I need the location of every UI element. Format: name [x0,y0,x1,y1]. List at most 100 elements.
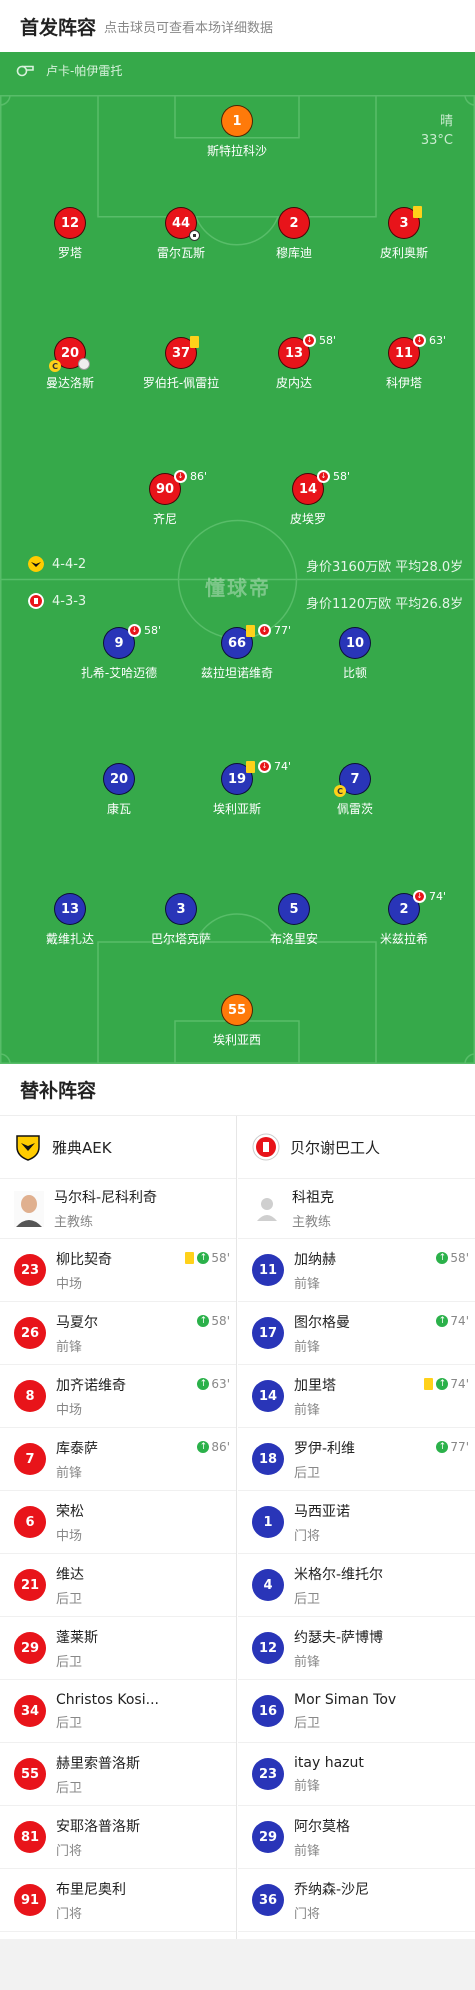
sub-player-row[interactable]: 34 Christos Kosi... 后卫 [0,1680,236,1743]
sub-off-icon: ↓ [128,624,141,637]
home-player[interactable]: 20 曼达洛斯 [10,337,130,391]
away-team-row[interactable]: 贝尔谢巴工人 [238,1116,475,1179]
home-team-row[interactable]: 雅典AEK [0,1116,236,1179]
player-position: 中场 [56,1276,83,1292]
sub-off-marker: ↓ 86' [174,470,207,483]
player-name: Mor Siman Tov [294,1691,397,1708]
sub-player-row[interactable]: 91 布里尼奥利 门将 [0,1869,236,1932]
sub-player-row[interactable]: 18 罗伊-利维 后卫 ↑ 77' [238,1428,475,1491]
player-position: 前锋 [56,1339,83,1355]
captain-icon: C [334,785,346,797]
home-coach-row[interactable]: 马尔科-尼科利奇 主教练 [0,1179,236,1239]
away-player[interactable]: 5 布洛里安 [234,893,354,947]
player-name: 扎希-艾哈迈德 [80,666,158,680]
player-number: 55 [221,994,253,1026]
away-player[interactable]: 7 佩雷茨 [295,763,415,817]
player-number: 20 [103,763,135,795]
player-number: 11 [252,1254,284,1286]
sub-event: ↑ 77' [436,1440,469,1454]
sub-player-row[interactable]: 26 马夏尔 前锋 ↑ 58' [0,1302,236,1365]
sub-off-icon: ↓ [174,470,187,483]
sub-player-row[interactable]: 29 蓬莱斯 后卫 [0,1617,236,1680]
away-player[interactable]: 3 巴尔塔克萨 [121,893,241,947]
player-name: 比顿 [342,666,367,680]
away-coach-row[interactable]: 科祖克 主教练 [238,1179,475,1239]
player-name: 斯特拉科沙 [206,144,267,158]
sub-event: ↑ 74' [424,1377,469,1391]
away-player[interactable]: 55 埃利亚西 [177,994,297,1048]
player-position: 门将 [56,1843,83,1859]
player-number: 23 [14,1254,46,1286]
player-name: 安耶洛普洛斯 [56,1818,140,1835]
sub-player-row[interactable]: 55 赫里索普洛斯 后卫 [0,1743,236,1806]
player-name: 戴维扎达 [45,932,94,946]
sub-player-row[interactable]: 23 柳比契奇 中场 ↑ 58' [0,1239,236,1302]
home-subs-column: 雅典AEK 马尔科-尼科利奇 主教练 23 柳比契奇 中场 ↑ 58' 26 马夏尔 前锋 ↑ 5… [0,1116,237,1939]
sub-off-marker: ↓ 74' [413,890,446,903]
player-name: 图尔格曼 [294,1314,350,1331]
player-name: 罗伊-利维 [294,1440,356,1457]
home-player[interactable]: 12 罗塔 [10,207,130,261]
away-player[interactable]: 20 康瓦 [59,763,179,817]
sub-off-icon: ↓ [258,760,271,773]
sub-off-icon: ↓ [413,334,426,347]
sub-off-marker: ↓ 58' [317,470,350,483]
beersheva-crest-icon [28,593,44,609]
sub-player-row[interactable]: 8 加齐诺维奇 中场 ↑ 63' [0,1365,236,1428]
sub-player-row[interactable]: 1 马西亚诺 门将 [238,1491,475,1554]
player-number: 3 [165,893,197,925]
player-position: 门将 [294,1528,321,1544]
home-player[interactable]: 1 斯特拉科沙 [177,105,297,159]
sub-on-minute: 58' [450,1251,469,1265]
sub-off-minute: 58' [319,334,337,347]
player-name: 布里尼奥利 [56,1881,126,1898]
sub-on-minute: 58' [211,1314,230,1328]
player-position: 中场 [56,1402,83,1418]
sub-player-row[interactable]: 81 安耶洛普洛斯 门将 [0,1806,236,1869]
assist-icon [78,358,90,370]
sub-player-row[interactable]: 16 Mor Siman Tov 后卫 [238,1680,475,1743]
sub-event: ↑ 63' [197,1377,230,1391]
home-player[interactable]: 2 穆库迪 [234,207,354,261]
coach-photo [14,1190,44,1227]
sub-player-row[interactable]: 4 米格尔-维托尔 后卫 [238,1554,475,1617]
yellow-card-icon [246,760,255,773]
sub-on-icon: ↑ [197,1315,210,1327]
home-player[interactable]: 37 罗伯托-佩雷拉 [121,337,241,391]
away-player[interactable]: 10 比顿 [295,627,415,681]
sub-player-row[interactable]: 6 荣松 中场 [0,1491,236,1554]
player-position: 后卫 [294,1715,321,1731]
sub-player-row[interactable]: 23 itay hazut 前锋 [238,1743,475,1806]
player-name: 巴尔塔克萨 [150,932,211,946]
home-player[interactable]: 3 皮利奥斯 [344,207,464,261]
lineup-subtitle: 点击球员可查看本场详细数据 [104,20,274,36]
sub-player-row[interactable]: 29 阿尔莫格 前锋 [238,1806,475,1869]
sub-player-row[interactable]: 14 加里塔 前锋 ↑ 74' [238,1365,475,1428]
home-player[interactable]: 44 雷尔瓦斯 [121,207,241,261]
away-player[interactable]: 13 戴维扎达 [10,893,130,947]
beersheva-crest-icon [252,1133,280,1161]
player-name: 马西亚诺 [294,1503,350,1520]
sub-player-row[interactable]: 11 加纳赫 前锋 ↑ 58' [238,1239,475,1302]
sub-off-minute: 77' [274,624,292,637]
sub-player-row[interactable]: 21 维达 后卫 [0,1554,236,1617]
sub-player-row[interactable]: 36 乔纳森-沙尼 门将 [238,1869,475,1932]
yellow-card-icon [424,1378,434,1390]
sub-on-minute: 63' [211,1377,230,1391]
away-market-value: 身价1120万欧 平均26.8岁 [306,597,464,612]
player-name: itay hazut [294,1754,364,1771]
lineup-header: 首发阵容 点击球员可查看本场详细数据 [0,0,475,52]
sub-player-row[interactable]: 7 库泰萨 前锋 ↑ 86' [0,1428,236,1491]
sub-off-minute: 86' [190,470,208,483]
sub-player-row[interactable]: 12 约瑟夫-萨博博 前锋 [238,1617,475,1680]
sub-player-row[interactable]: 17 图尔格曼 前锋 ↑ 74' [238,1302,475,1365]
pitch: 卢卡-帕伊雷托 晴 33°C 1 斯特拉科沙 12 罗塔 44 雷尔瓦斯 2 穆… [0,52,475,1064]
player-number: 16 [252,1695,284,1727]
player-number: 7 [14,1443,46,1475]
player-name: 荣松 [56,1503,84,1520]
player-name: 罗塔 [57,246,82,260]
player-name: 康瓦 [106,802,131,816]
player-number: 4 [252,1569,284,1601]
sub-event: ↑ 74' [436,1314,469,1328]
sub-on-icon: ↑ [197,1378,210,1390]
